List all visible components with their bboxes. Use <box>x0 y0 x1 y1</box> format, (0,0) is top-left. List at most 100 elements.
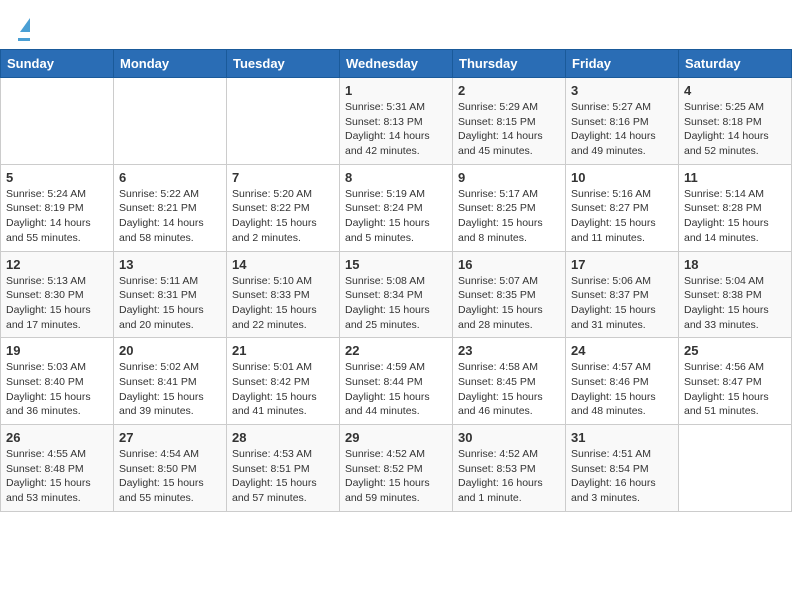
day-number: 23 <box>458 343 560 358</box>
day-number: 26 <box>6 430 108 445</box>
cell-info: Sunrise: 4:51 AMSunset: 8:54 PMDaylight:… <box>571 447 673 506</box>
logo-triangle-icon <box>20 18 30 32</box>
week-row-1: 1 Sunrise: 5:31 AMSunset: 8:13 PMDaylight… <box>1 78 792 165</box>
header-day-friday: Friday <box>566 50 679 78</box>
day-number: 31 <box>571 430 673 445</box>
page-header <box>0 0 792 49</box>
calendar-cell <box>114 78 227 165</box>
day-number: 6 <box>119 170 221 185</box>
cell-info: Sunrise: 5:16 AMSunset: 8:27 PMDaylight:… <box>571 187 673 246</box>
calendar-cell: 2 Sunrise: 5:29 AMSunset: 8:15 PMDaylight… <box>453 78 566 165</box>
cell-info: Sunrise: 5:10 AMSunset: 8:33 PMDaylight:… <box>232 274 334 333</box>
header-day-sunday: Sunday <box>1 50 114 78</box>
calendar-cell: 29 Sunrise: 4:52 AMSunset: 8:52 PMDayligh… <box>340 425 453 512</box>
day-number: 4 <box>684 83 786 98</box>
day-number: 29 <box>345 430 447 445</box>
calendar-cell: 27Sunrise: 4:54 AMSunset: 8:50 PMDayligh… <box>114 425 227 512</box>
day-number: 18 <box>684 257 786 272</box>
day-number: 28 <box>232 430 334 445</box>
calendar-cell: 25 Sunrise: 4:56 AMSunset: 8:47 PMDayligh… <box>679 338 792 425</box>
cell-info: Sunrise: 5:13 AMSunset: 8:30 PMDaylight:… <box>6 274 108 333</box>
cell-info: Sunrise: 5:22 AMSunset: 8:21 PMDaylight:… <box>119 187 221 246</box>
day-number: 12 <box>6 257 108 272</box>
cell-info: Sunrise: 5:29 AMSunset: 8:15 PMDaylight:… <box>458 100 560 159</box>
cell-info: Sunrise: 4:59 AMSunset: 8:44 PMDaylight:… <box>345 360 447 419</box>
cell-info: Sunrise: 5:24 AMSunset: 8:19 PMDaylight:… <box>6 187 108 246</box>
week-row-3: 12 Sunrise: 5:13 AMSunset: 8:30 PMDayligh… <box>1 251 792 338</box>
day-number: 22 <box>345 343 447 358</box>
cell-info: Sunrise: 5:20 AMSunset: 8:22 PMDaylight:… <box>232 187 334 246</box>
logo-underline <box>18 38 30 41</box>
calendar-cell: 18 Sunrise: 5:04 AMSunset: 8:38 PMDayligh… <box>679 251 792 338</box>
day-number: 2 <box>458 83 560 98</box>
cell-info: Sunrise: 4:52 AMSunset: 8:52 PMDaylight:… <box>345 447 447 506</box>
calendar-cell: 11Sunrise: 5:14 AMSunset: 8:28 PMDayligh… <box>679 164 792 251</box>
calendar-cell <box>679 425 792 512</box>
cell-info: Sunrise: 5:01 AMSunset: 8:42 PMDaylight:… <box>232 360 334 419</box>
calendar-cell: 10 Sunrise: 5:16 AMSunset: 8:27 PMDayligh… <box>566 164 679 251</box>
day-number: 19 <box>6 343 108 358</box>
cell-info: Sunrise: 4:54 AMSunset: 8:50 PMDaylight:… <box>119 447 221 506</box>
calendar-cell: 6 Sunrise: 5:22 AMSunset: 8:21 PMDaylight… <box>114 164 227 251</box>
header-day-monday: Monday <box>114 50 227 78</box>
calendar-cell: 1 Sunrise: 5:31 AMSunset: 8:13 PMDaylight… <box>340 78 453 165</box>
calendar-cell: 7 Sunrise: 5:20 AMSunset: 8:22 PMDaylight… <box>227 164 340 251</box>
calendar-table: SundayMondayTuesdayWednesdayThursdayFrid… <box>0 49 792 512</box>
cell-info: Sunrise: 5:04 AMSunset: 8:38 PMDaylight:… <box>684 274 786 333</box>
calendar-cell: 21Sunrise: 5:01 AMSunset: 8:42 PMDayligh… <box>227 338 340 425</box>
calendar-cell: 14 Sunrise: 5:10 AMSunset: 8:33 PMDayligh… <box>227 251 340 338</box>
cell-info: Sunrise: 4:56 AMSunset: 8:47 PMDaylight:… <box>684 360 786 419</box>
day-number: 8 <box>345 170 447 185</box>
calendar-cell: 20 Sunrise: 5:02 AMSunset: 8:41 PMDayligh… <box>114 338 227 425</box>
cell-info: Sunrise: 5:08 AMSunset: 8:34 PMDaylight:… <box>345 274 447 333</box>
cell-info: Sunrise: 4:53 AMSunset: 8:51 PMDaylight:… <box>232 447 334 506</box>
day-number: 9 <box>458 170 560 185</box>
week-row-2: 5 Sunrise: 5:24 AMSunset: 8:19 PMDaylight… <box>1 164 792 251</box>
header-day-thursday: Thursday <box>453 50 566 78</box>
day-number: 25 <box>684 343 786 358</box>
day-number: 15 <box>345 257 447 272</box>
header-day-wednesday: Wednesday <box>340 50 453 78</box>
calendar-cell: 15 Sunrise: 5:08 AMSunset: 8:34 PMDayligh… <box>340 251 453 338</box>
cell-info: Sunrise: 5:19 AMSunset: 8:24 PMDaylight:… <box>345 187 447 246</box>
cell-info: Sunrise: 4:58 AMSunset: 8:45 PMDaylight:… <box>458 360 560 419</box>
header-day-saturday: Saturday <box>679 50 792 78</box>
day-number: 13 <box>119 257 221 272</box>
day-number: 17 <box>571 257 673 272</box>
calendar-cell: 31 Sunrise: 4:51 AMSunset: 8:54 PMDayligh… <box>566 425 679 512</box>
day-number: 20 <box>119 343 221 358</box>
calendar-cell: 23 Sunrise: 4:58 AMSunset: 8:45 PMDayligh… <box>453 338 566 425</box>
cell-info: Sunrise: 5:14 AMSunset: 8:28 PMDaylight:… <box>684 187 786 246</box>
day-number: 10 <box>571 170 673 185</box>
cell-info: Sunrise: 5:03 AMSunset: 8:40 PMDaylight:… <box>6 360 108 419</box>
calendar-cell: 12 Sunrise: 5:13 AMSunset: 8:30 PMDayligh… <box>1 251 114 338</box>
calendar-body: 1 Sunrise: 5:31 AMSunset: 8:13 PMDaylight… <box>1 78 792 512</box>
calendar-cell: 26Sunrise: 4:55 AMSunset: 8:48 PMDayligh… <box>1 425 114 512</box>
day-number: 16 <box>458 257 560 272</box>
calendar-cell: 9 Sunrise: 5:17 AMSunset: 8:25 PMDaylight… <box>453 164 566 251</box>
day-number: 14 <box>232 257 334 272</box>
week-row-5: 26Sunrise: 4:55 AMSunset: 8:48 PMDayligh… <box>1 425 792 512</box>
calendar-cell: 5 Sunrise: 5:24 AMSunset: 8:19 PMDaylight… <box>1 164 114 251</box>
calendar-cell: 19 Sunrise: 5:03 AMSunset: 8:40 PMDayligh… <box>1 338 114 425</box>
day-number: 7 <box>232 170 334 185</box>
day-number: 5 <box>6 170 108 185</box>
calendar-header-row: SundayMondayTuesdayWednesdayThursdayFrid… <box>1 50 792 78</box>
cell-info: Sunrise: 5:25 AMSunset: 8:18 PMDaylight:… <box>684 100 786 159</box>
logo-text <box>18 14 30 36</box>
cell-info: Sunrise: 5:17 AMSunset: 8:25 PMDaylight:… <box>458 187 560 246</box>
cell-info: Sunrise: 5:31 AMSunset: 8:13 PMDaylight:… <box>345 100 447 159</box>
week-row-4: 19 Sunrise: 5:03 AMSunset: 8:40 PMDayligh… <box>1 338 792 425</box>
header-day-tuesday: Tuesday <box>227 50 340 78</box>
calendar-cell <box>227 78 340 165</box>
calendar-cell: 4 Sunrise: 5:25 AMSunset: 8:18 PMDaylight… <box>679 78 792 165</box>
calendar-cell: 8 Sunrise: 5:19 AMSunset: 8:24 PMDaylight… <box>340 164 453 251</box>
cell-info: Sunrise: 5:02 AMSunset: 8:41 PMDaylight:… <box>119 360 221 419</box>
calendar-cell: 28 Sunrise: 4:53 AMSunset: 8:51 PMDayligh… <box>227 425 340 512</box>
cell-info: Sunrise: 4:57 AMSunset: 8:46 PMDaylight:… <box>571 360 673 419</box>
day-number: 3 <box>571 83 673 98</box>
calendar-cell: 16Sunrise: 5:07 AMSunset: 8:35 PMDayligh… <box>453 251 566 338</box>
day-number: 1 <box>345 83 447 98</box>
cell-info: Sunrise: 5:27 AMSunset: 8:16 PMDaylight:… <box>571 100 673 159</box>
calendar-cell: 3 Sunrise: 5:27 AMSunset: 8:16 PMDaylight… <box>566 78 679 165</box>
